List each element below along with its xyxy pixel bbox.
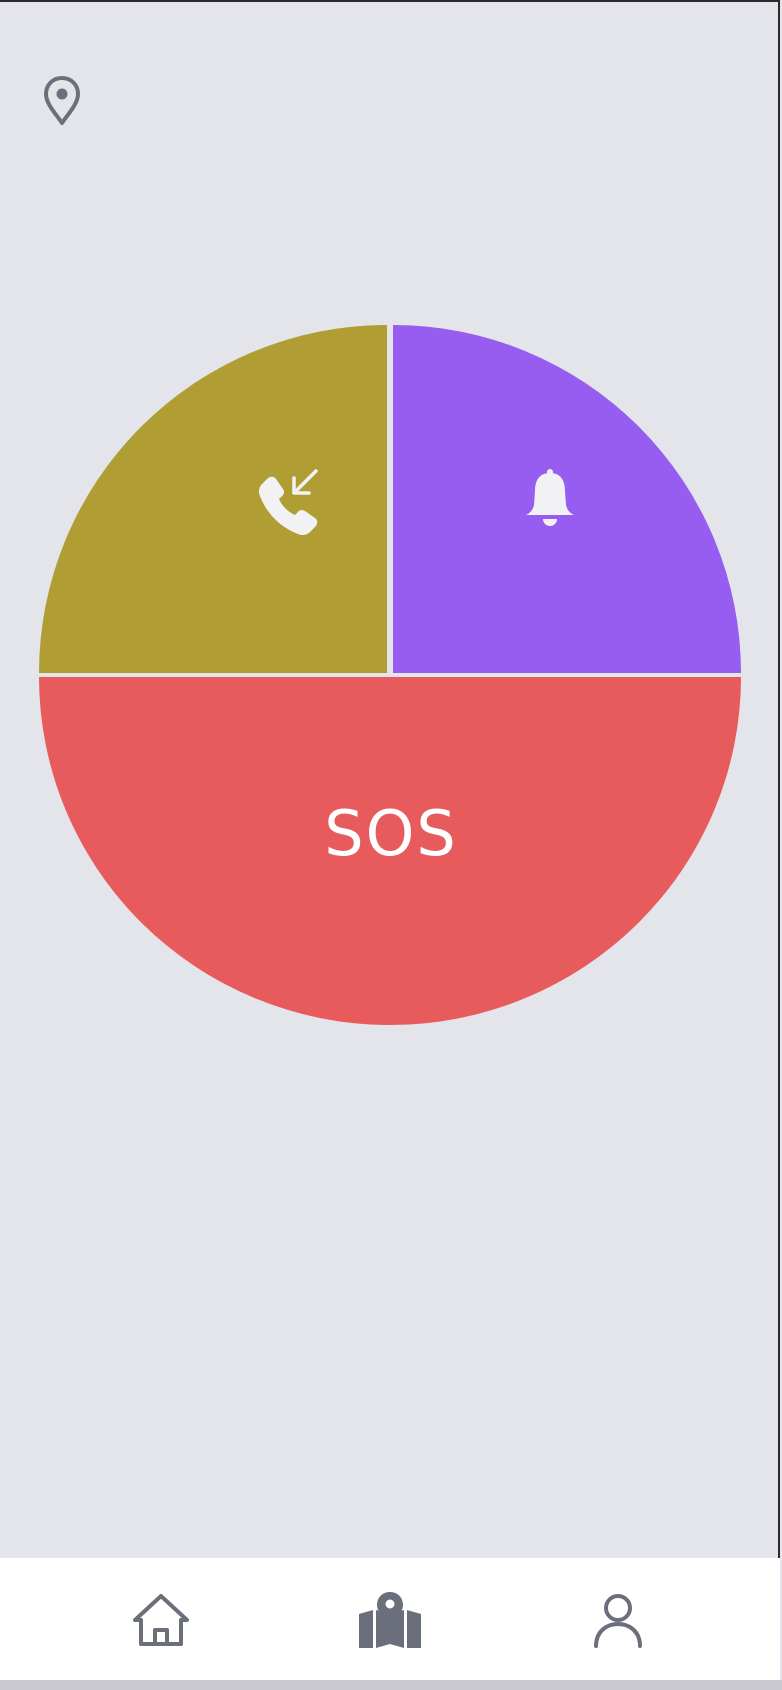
home-icon <box>133 1594 189 1646</box>
nav-profile[interactable] <box>578 1580 658 1660</box>
map-pin-icon <box>44 76 80 125</box>
alarm-segment[interactable] <box>393 325 741 673</box>
nav-home[interactable] <box>121 1580 201 1660</box>
map-icon <box>359 1592 421 1648</box>
home-indicator-bar <box>0 1680 782 1690</box>
nav-map[interactable] <box>350 1580 430 1660</box>
sos-segment[interactable]: SOS <box>39 677 741 1025</box>
app-screen: SOS <box>0 0 780 1690</box>
sos-label: SOS <box>324 797 458 870</box>
user-icon <box>594 1594 642 1648</box>
location-button[interactable] <box>38 72 86 130</box>
bottom-navigation <box>0 1558 780 1682</box>
emergency-wheel: SOS <box>39 325 741 1025</box>
incoming-call-segment[interactable] <box>39 325 387 673</box>
